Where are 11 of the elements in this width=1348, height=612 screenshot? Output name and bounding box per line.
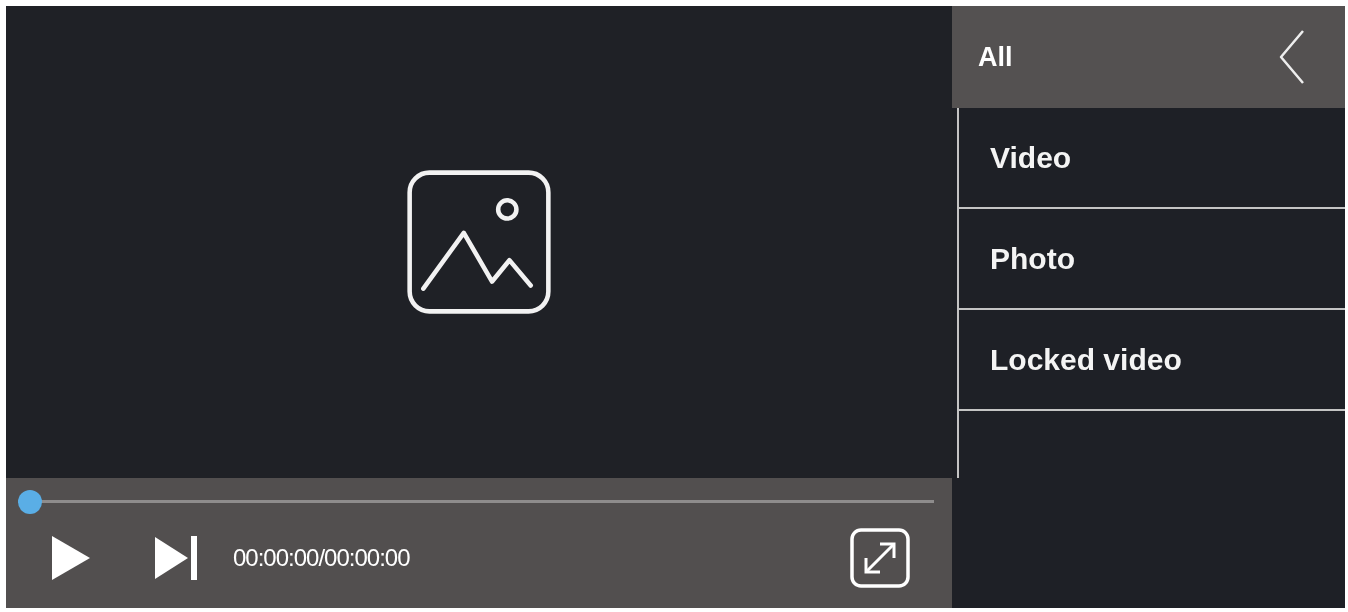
chevron-left-icon[interactable] — [1279, 29, 1305, 85]
category-item[interactable]: Video — [959, 108, 1345, 209]
fullscreen-icon[interactable] — [850, 528, 910, 588]
timecode: 00:00:00/00:00:00 — [233, 544, 410, 572]
play-icon[interactable] — [52, 536, 90, 580]
progress-thumb[interactable] — [18, 490, 42, 514]
category-item[interactable]: Locked video — [959, 310, 1345, 411]
picture-icon — [406, 169, 552, 315]
skip-next-icon[interactable] — [155, 536, 197, 580]
category-item[interactable]: Photo — [959, 209, 1345, 310]
category-label[interactable]: All — [978, 41, 1013, 73]
